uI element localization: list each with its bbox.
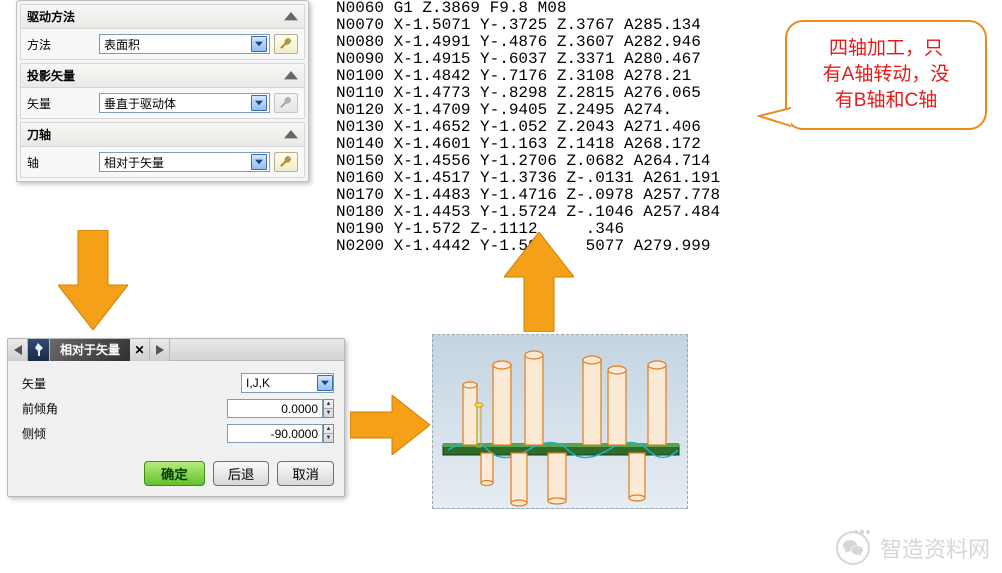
axis-label: 轴 [27, 154, 99, 171]
callout-line3: 有B轴和C轴 [797, 88, 975, 114]
vector-type-value: I,J,K [242, 376, 317, 390]
axis-settings-button[interactable] [274, 152, 298, 172]
wrench-icon [279, 96, 293, 110]
cancel-button[interactable]: 取消 [277, 461, 334, 486]
projection-select[interactable]: 垂直于驱动体 [99, 93, 270, 113]
dialog-titlebar: 相对于矢量 ✕ [8, 339, 344, 361]
section-header-drive-method[interactable]: 驱动方法 [21, 5, 304, 29]
row-vector: 矢量 垂直于驱动体 [21, 88, 304, 118]
ok-button[interactable]: 确定 [144, 461, 205, 486]
vector-type-select[interactable]: I,J,K [241, 373, 334, 393]
chevron-up-icon [284, 10, 298, 24]
method-label: 方法 [27, 36, 99, 53]
titlebar-close-button[interactable]: ✕ [130, 339, 150, 361]
section-projection-vector: 投影矢量 矢量 垂直于驱动体 [20, 63, 305, 119]
method-select[interactable]: 表面积 [99, 34, 270, 54]
row-tilt: 侧倾 -90.0000 ▲▼ [22, 424, 334, 443]
callout-line1: 四轴加工，只 [797, 36, 975, 62]
axis-select[interactable]: 相对于矢量 [99, 152, 270, 172]
pin-icon [33, 343, 45, 357]
tilt-label: 侧倾 [22, 425, 227, 442]
section-drive-method: 驱动方法 方法 表面积 [20, 4, 305, 60]
method-settings-button[interactable] [274, 34, 298, 54]
titlebar-pin-button[interactable] [28, 339, 50, 361]
section-title: 投影矢量 [27, 67, 75, 84]
watermark-text: 智造资料网 [880, 532, 990, 564]
close-icon: ✕ [134, 343, 144, 357]
vector-label: 矢量 [27, 95, 99, 112]
cam-viewport[interactable] [432, 334, 688, 509]
titlebar-prev-button[interactable] [8, 339, 28, 361]
vector-type-label: 矢量 [22, 375, 241, 392]
wechat-icon [836, 531, 870, 565]
arrow-up-icon [504, 232, 574, 332]
dropdown-arrow-icon [251, 95, 267, 111]
row-lead-angle: 前倾角 0.0000 ▲▼ [22, 399, 334, 418]
tilt-input[interactable]: -90.0000 [227, 424, 323, 443]
dropdown-arrow-icon [251, 36, 267, 52]
watermark: 智造资料网 [836, 531, 990, 565]
wrench-icon [279, 155, 293, 169]
chevron-left-icon [14, 345, 22, 355]
lead-angle-input[interactable]: 0.0000 [227, 399, 323, 418]
callout-tail-icon [757, 104, 791, 130]
dialog-title: 相对于矢量 [50, 339, 130, 361]
chevron-up-icon [284, 69, 298, 83]
projection-value: 垂直于驱动体 [104, 95, 251, 112]
dialog-button-row: 确定 后退 取消 [8, 455, 344, 496]
tilt-stepper[interactable]: ▲▼ [323, 424, 334, 443]
tilt-value: -90.0000 [271, 427, 318, 441]
section-header-tool-axis[interactable]: 刀轴 [21, 123, 304, 147]
dropdown-arrow-icon [317, 375, 333, 391]
dialog-body: 矢量 I,J,K 前倾角 0.0000 ▲▼ 侧倾 -90.0000 ▲▼ [8, 361, 344, 455]
arrow-down-icon [58, 230, 128, 330]
drive-method-panel: 驱动方法 方法 表面积 投影矢量 矢量 垂直于驱动体 [16, 0, 309, 182]
viewport-illustration [433, 335, 688, 509]
back-button[interactable]: 后退 [213, 461, 270, 486]
section-title: 驱动方法 [27, 8, 75, 25]
row-axis: 轴 相对于矢量 [21, 147, 304, 177]
callout-line2: 有A轴转动，没 [797, 62, 975, 88]
section-title: 刀轴 [27, 126, 51, 143]
arrow-right-icon [350, 395, 430, 455]
projection-settings-button[interactable] [274, 93, 298, 113]
lead-angle-value: 0.0000 [281, 402, 318, 416]
wrench-icon [279, 37, 293, 51]
chevron-up-icon [284, 128, 298, 142]
lead-angle-label: 前倾角 [22, 400, 227, 417]
gcode-output: N0060 G1 Z.3869 F9.8 M08 N0070 X-1.5071 … [336, 0, 776, 255]
section-tool-axis: 刀轴 轴 相对于矢量 [20, 122, 305, 178]
row-vector-type: 矢量 I,J,K [22, 373, 334, 393]
titlebar-next-button[interactable] [150, 339, 170, 361]
row-method: 方法 表面积 [21, 29, 304, 59]
method-value: 表面积 [104, 36, 251, 53]
chevron-right-icon [156, 345, 164, 355]
dropdown-arrow-icon [251, 154, 267, 170]
callout-box: 四轴加工，只 有A轴转动，没 有B轴和C轴 [785, 20, 987, 130]
section-header-projection[interactable]: 投影矢量 [21, 64, 304, 88]
relative-to-vector-dialog: 相对于矢量 ✕ 矢量 I,J,K 前倾角 0.0000 ▲▼ 侧倾 -90.0 [7, 338, 345, 497]
lead-angle-stepper[interactable]: ▲▼ [323, 399, 334, 418]
axis-value: 相对于矢量 [104, 154, 251, 171]
callout-note: 四轴加工，只 有A轴转动，没 有B轴和C轴 [785, 20, 987, 130]
